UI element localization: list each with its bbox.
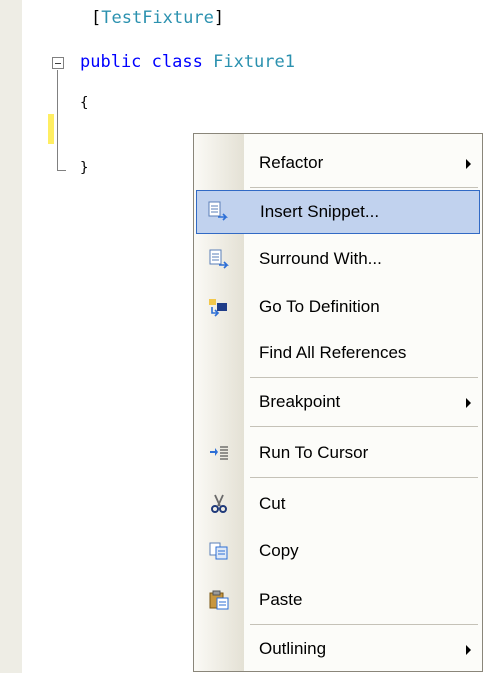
menu-item-label: Outlining	[259, 639, 327, 658]
keyword-class: class	[151, 52, 203, 72]
editor-gutter	[0, 0, 22, 673]
menu-item-find-all-references[interactable]: Find All References	[196, 331, 480, 375]
attribute-bracket-close: ]	[213, 8, 225, 28]
menu-item-label: Find All References	[259, 343, 407, 362]
menu-separator	[250, 426, 478, 427]
attribute-name: TestFixture	[101, 8, 214, 28]
menu-item-surround-with[interactable]: Surround With...	[196, 237, 480, 281]
surround-with-icon	[209, 249, 229, 269]
menu-item-label: Refactor	[259, 153, 324, 172]
menu-item-run-to-cursor[interactable]: Run To Cursor	[196, 431, 480, 475]
submenu-arrow-icon	[466, 159, 471, 169]
submenu-arrow-icon	[466, 398, 471, 408]
attribute-bracket-open: [	[91, 8, 102, 28]
menu-item-label: Cut	[259, 494, 286, 513]
menu-item-label: Run To Cursor	[259, 443, 369, 462]
go-to-definition-icon	[209, 299, 227, 317]
menu-separator	[250, 377, 478, 378]
insert-snippet-icon	[208, 201, 228, 221]
change-tracking-bar	[48, 114, 54, 144]
menu-item-paste[interactable]: Paste	[196, 578, 480, 622]
code-line-class-declaration: public class Fixture1	[80, 52, 295, 72]
menu-item-label: Go To Definition	[259, 297, 380, 316]
scissors-icon	[211, 494, 227, 513]
menu-separator	[250, 187, 478, 188]
outline-line-end	[57, 170, 66, 171]
menu-item-insert-snippet[interactable]: Insert Snippet...	[196, 190, 480, 234]
menu-item-refactor[interactable]: Refactor	[196, 141, 480, 185]
menu-item-outlining[interactable]: Outlining	[196, 627, 480, 671]
submenu-arrow-icon	[466, 645, 471, 655]
menu-item-label: Copy	[259, 541, 299, 560]
menu-item-label: Surround With...	[259, 249, 382, 268]
menu-item-label: Paste	[259, 590, 303, 609]
paste-icon	[209, 590, 229, 610]
copy-icon	[209, 542, 228, 560]
code-line-brace-close: }	[80, 160, 89, 176]
context-menu: Refactor Insert Snippet... Surround With…	[193, 133, 483, 672]
menu-item-copy[interactable]: Copy	[196, 529, 480, 573]
class-name: Fixture1	[213, 52, 295, 72]
gutter-edge	[22, 0, 25, 673]
keyword-public: public	[80, 52, 142, 72]
menu-separator	[250, 477, 478, 478]
menu-item-label: Breakpoint	[259, 392, 341, 411]
menu-item-label: Insert Snippet...	[260, 202, 380, 221]
collapse-outline-icon[interactable]	[52, 57, 64, 69]
run-to-cursor-icon	[210, 446, 228, 460]
outline-line	[57, 70, 58, 171]
menu-item-cut[interactable]: Cut	[196, 482, 480, 526]
code-line-brace-open: {	[80, 95, 89, 111]
code-line-attribute: [TestFixture]	[91, 8, 224, 28]
menu-item-go-to-definition[interactable]: Go To Definition	[196, 285, 480, 329]
menu-separator	[250, 624, 478, 625]
menu-item-breakpoint[interactable]: Breakpoint	[196, 380, 480, 424]
